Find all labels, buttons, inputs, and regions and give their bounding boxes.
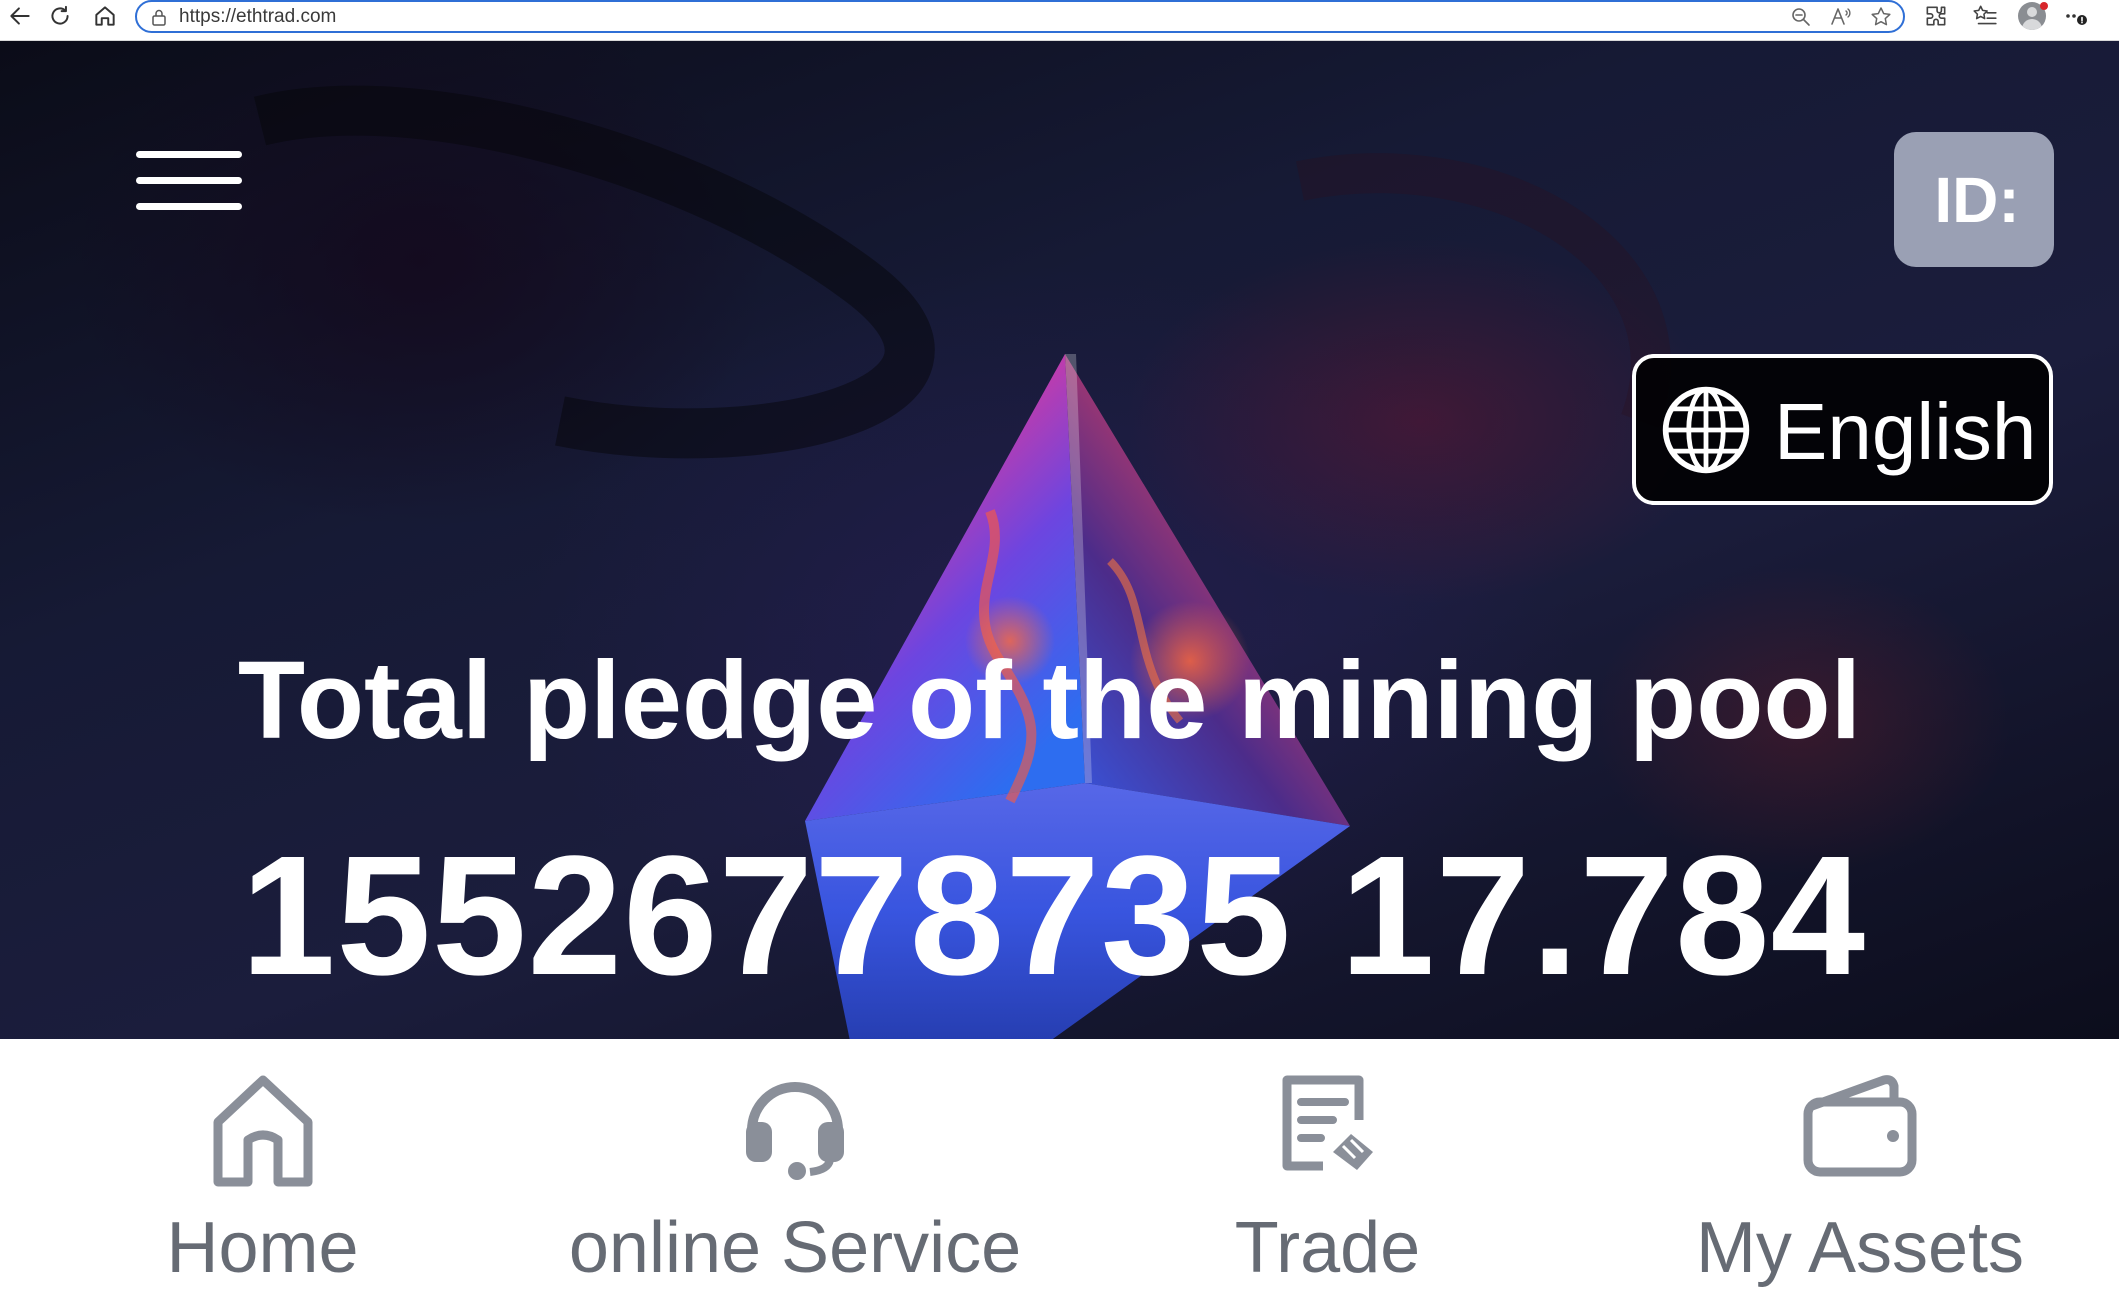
more-options-icon[interactable]	[2064, 3, 2090, 29]
refresh-button[interactable]	[40, 0, 80, 32]
read-aloud-icon[interactable]	[1829, 5, 1853, 29]
bottom-navigation: Home online Service Trade My Assets	[0, 1040, 2119, 1315]
browser-toolbar: https://ethtrad.com	[0, 0, 2119, 41]
nav-item-trade[interactable]: Trade	[1200, 1040, 1455, 1315]
nav-label-home: Home	[166, 1208, 359, 1288]
pool-title: Total pledge of the mining pool	[237, 639, 1862, 762]
notification-dot	[2040, 2, 2048, 10]
zoom-icon[interactable]	[1789, 5, 1813, 29]
nav-item-my-assets[interactable]: My Assets	[1680, 1040, 2040, 1315]
nav-label-trade: Trade	[1234, 1208, 1421, 1288]
headset-icon	[746, 1082, 844, 1180]
nav-label-online-service: online Service	[568, 1208, 1022, 1288]
nav-item-online-service[interactable]: online Service	[560, 1040, 1030, 1315]
globe-icon	[1662, 386, 1750, 474]
back-button[interactable]	[0, 0, 40, 32]
hamburger-menu-button[interactable]	[136, 151, 244, 221]
language-selector-button[interactable]: English	[1632, 354, 2053, 505]
hero-banner: ID: English Total pledge of the mining p…	[0, 41, 2119, 1039]
address-bar[interactable]: https://ethtrad.com	[135, 0, 1905, 33]
nav-label-my-assets: My Assets	[1695, 1208, 2025, 1288]
menu-line	[136, 151, 242, 158]
user-id-badge[interactable]: ID:	[1894, 132, 2054, 267]
nav-item-home[interactable]: Home	[130, 1040, 395, 1315]
language-label: English	[1774, 387, 2037, 476]
extensions-icon[interactable]	[1923, 3, 1949, 29]
browser-home-icon	[95, 6, 115, 26]
address-url[interactable]: https://ethtrad.com	[179, 6, 336, 28]
menu-line	[136, 177, 242, 184]
lock-icon	[152, 9, 166, 26]
wallet-icon	[1803, 1075, 1917, 1177]
menu-line	[136, 203, 242, 210]
home-button[interactable]	[85, 0, 125, 32]
trade-document-icon	[1282, 1075, 1373, 1171]
refresh-icon	[51, 5, 69, 25]
home-icon	[213, 1075, 312, 1187]
favorite-star-icon[interactable]	[1869, 5, 1893, 29]
total-pledge-value: 15526778735 17.784	[240, 821, 1867, 1011]
favorites-list-icon[interactable]	[1972, 3, 1998, 29]
back-arrow-icon	[10, 7, 30, 25]
